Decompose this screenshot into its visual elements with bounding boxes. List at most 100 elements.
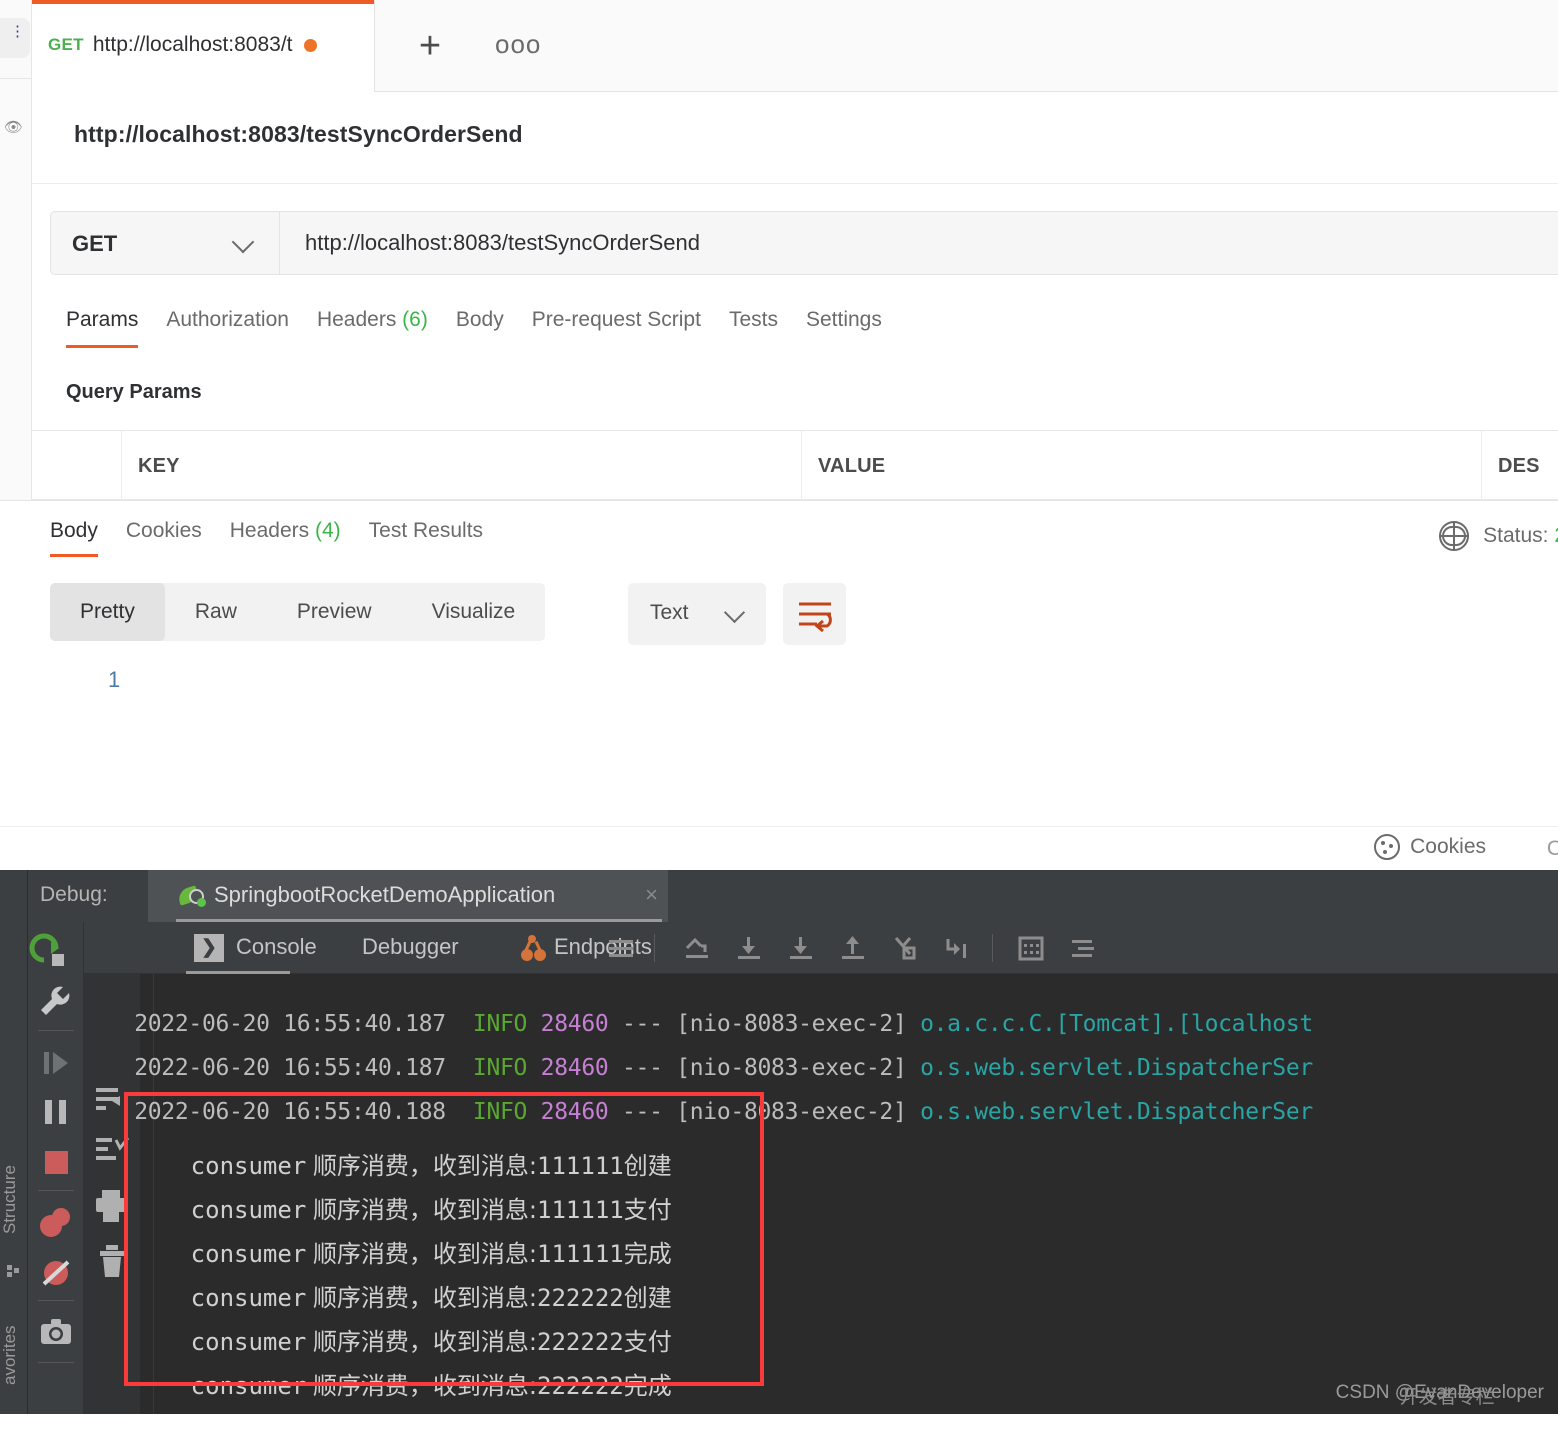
postman-app: ⋮ 👁 GET http://localhost:8083/t + ooo ht… bbox=[0, 0, 1558, 870]
sidebar-collapsed-chip[interactable]: ⋮ bbox=[0, 18, 30, 58]
table-header-value-label: VALUE bbox=[818, 455, 886, 477]
close-icon[interactable]: × bbox=[645, 882, 658, 908]
sort-lines-icon bbox=[1072, 940, 1094, 957]
wrench-icon bbox=[41, 986, 70, 1015]
tab-headers[interactable]: Headers (6) bbox=[317, 308, 456, 348]
response-language-select[interactable]: Text bbox=[628, 583, 766, 645]
step-over-button[interactable] bbox=[680, 932, 714, 964]
globe-icon bbox=[1439, 521, 1470, 551]
toolbar-divider bbox=[38, 1362, 74, 1363]
force-step-into-button[interactable] bbox=[784, 932, 818, 964]
tab-tests[interactable]: Tests bbox=[729, 308, 806, 348]
debug-header: Debug: SpringbootRocketDemoApplication × bbox=[28, 870, 1558, 922]
resume-program-button[interactable] bbox=[28, 1040, 84, 1086]
stop-program-button[interactable] bbox=[28, 1140, 84, 1186]
hamburger-icon bbox=[609, 940, 633, 957]
view-mode-preview[interactable]: Preview bbox=[267, 583, 402, 641]
tab-settings-label: Settings bbox=[805, 308, 882, 331]
drop-frame-icon bbox=[894, 937, 916, 960]
evaluate-expression-button[interactable] bbox=[1014, 932, 1048, 964]
chevron-down-icon bbox=[231, 230, 255, 254]
request-tab-inner: GET http://localhost:8083/t bbox=[48, 33, 317, 57]
cookies-button[interactable]: Cookies bbox=[1374, 834, 1486, 860]
step-out-button[interactable] bbox=[836, 932, 870, 964]
tab-body[interactable]: Body bbox=[456, 308, 532, 348]
wrap-lines-button[interactable] bbox=[783, 583, 846, 645]
toolbar-divider bbox=[992, 934, 993, 962]
response-status-area: Status: 2 bbox=[1439, 521, 1558, 551]
request-tab-title: http://localhost:8083/t bbox=[92, 33, 293, 56]
tab-console[interactable]: Console bbox=[236, 934, 317, 960]
view-breakpoints-button[interactable] bbox=[28, 1200, 84, 1246]
idea-side-tool-strip: Structure avorites bbox=[0, 870, 28, 1414]
table-header-key-label: KEY bbox=[138, 455, 180, 477]
rerun-icon bbox=[29, 933, 64, 966]
screenshot-button[interactable] bbox=[28, 1310, 84, 1356]
eye-icon[interactable]: 👁 bbox=[4, 118, 23, 136]
response-pane: Body Cookies Headers (4) Test Results St… bbox=[0, 500, 1558, 870]
tab-debugger[interactable]: Debugger bbox=[362, 934, 459, 960]
response-tab-headers-count: (4) bbox=[314, 519, 341, 542]
view-mode-pretty[interactable]: Pretty bbox=[50, 583, 165, 641]
response-tab-headers[interactable]: Headers (4) bbox=[230, 519, 369, 557]
response-tab-cookies-label: Cookies bbox=[125, 519, 202, 542]
request-tabs: Params Authorization Headers (6) Body Pr… bbox=[66, 308, 910, 348]
view-mode-visualize[interactable]: Visualize bbox=[402, 583, 546, 641]
watermark-overlay-text: 开发者专栏 bbox=[1399, 1387, 1495, 1408]
response-tab-test-results[interactable]: Test Results bbox=[369, 519, 511, 557]
tool-window-favorites[interactable]: avorites bbox=[0, 1300, 28, 1410]
table-header-description-label: DES bbox=[1498, 455, 1540, 477]
run-to-cursor-icon bbox=[946, 939, 966, 958]
tab-headers-label: Headers bbox=[316, 308, 397, 331]
tool-window-structure[interactable]: Structure bbox=[0, 1125, 28, 1275]
tab-overflow-menu-icon[interactable]: ooo bbox=[495, 31, 541, 57]
mute-breakpoints-button[interactable] bbox=[28, 1250, 84, 1296]
url-input[interactable]: http://localhost:8083/testSyncOrderSend bbox=[305, 230, 700, 256]
tab-pre-request-script[interactable]: Pre-request Script bbox=[532, 308, 729, 348]
tab-headers-count: (6) bbox=[402, 308, 428, 331]
response-tab-test-results-label: Test Results bbox=[368, 519, 484, 542]
page-title: http://localhost:8083/testSyncOrderSend bbox=[74, 121, 523, 147]
cookie-icon bbox=[1374, 834, 1401, 860]
footer-right-label[interactable]: C bbox=[1547, 837, 1558, 861]
table-header-value: VALUE bbox=[802, 431, 1482, 500]
step-into-button[interactable] bbox=[732, 932, 766, 964]
response-tab-body[interactable]: Body bbox=[50, 519, 126, 557]
run-configuration-name: SpringbootRocketDemoApplication bbox=[214, 882, 556, 907]
run-configuration-tab[interactable]: SpringbootRocketDemoApplication × bbox=[148, 870, 668, 922]
force-step-into-icon bbox=[790, 937, 812, 959]
camera-icon bbox=[41, 1319, 71, 1344]
tab-authorization[interactable]: Authorization bbox=[166, 308, 317, 348]
drop-frame-button[interactable] bbox=[888, 932, 922, 964]
tab-params[interactable]: Params bbox=[66, 308, 166, 348]
rerun-button[interactable] bbox=[28, 930, 84, 976]
query-params-table: KEY VALUE DES bbox=[32, 430, 1558, 500]
settings-button[interactable] bbox=[28, 978, 84, 1024]
view-mode-raw[interactable]: Raw bbox=[165, 583, 267, 641]
log-logger: o.s.web.servlet.DispatcherSer bbox=[920, 1099, 1313, 1125]
response-tab-cookies[interactable]: Cookies bbox=[126, 519, 230, 557]
step-over-icon bbox=[685, 937, 708, 958]
toolbar-divider bbox=[38, 1300, 74, 1301]
debug-label: Debug: bbox=[40, 883, 108, 906]
table-header-checkbox bbox=[32, 431, 122, 500]
layout-settings-button[interactable] bbox=[604, 932, 638, 964]
settings-list-button[interactable] bbox=[1066, 932, 1100, 964]
table-header-key: KEY bbox=[122, 431, 802, 500]
request-tab[interactable]: GET http://localhost:8083/t bbox=[32, 0, 375, 92]
table-header-description: DES bbox=[1482, 431, 1558, 500]
unsaved-changes-dot-icon bbox=[303, 38, 317, 52]
tab-settings[interactable]: Settings bbox=[806, 308, 910, 348]
toolbar-divider bbox=[38, 1030, 74, 1031]
query-params-heading: Query Params bbox=[66, 381, 202, 403]
run-to-cursor-button[interactable] bbox=[940, 932, 974, 964]
pause-program-button[interactable] bbox=[28, 1090, 84, 1136]
annotation-highlight-box bbox=[124, 1092, 764, 1386]
http-method-select[interactable]: GET bbox=[51, 212, 280, 274]
watermark: CSDN @EvanDeveloper 开发者专栏 bbox=[1336, 1382, 1544, 1408]
tab-body-label: Body bbox=[455, 308, 504, 331]
request-tab-method: GET bbox=[48, 35, 84, 54]
response-tab-body-label: Body bbox=[50, 519, 98, 542]
step-into-icon bbox=[738, 937, 760, 959]
new-tab-button[interactable]: + bbox=[408, 26, 452, 70]
